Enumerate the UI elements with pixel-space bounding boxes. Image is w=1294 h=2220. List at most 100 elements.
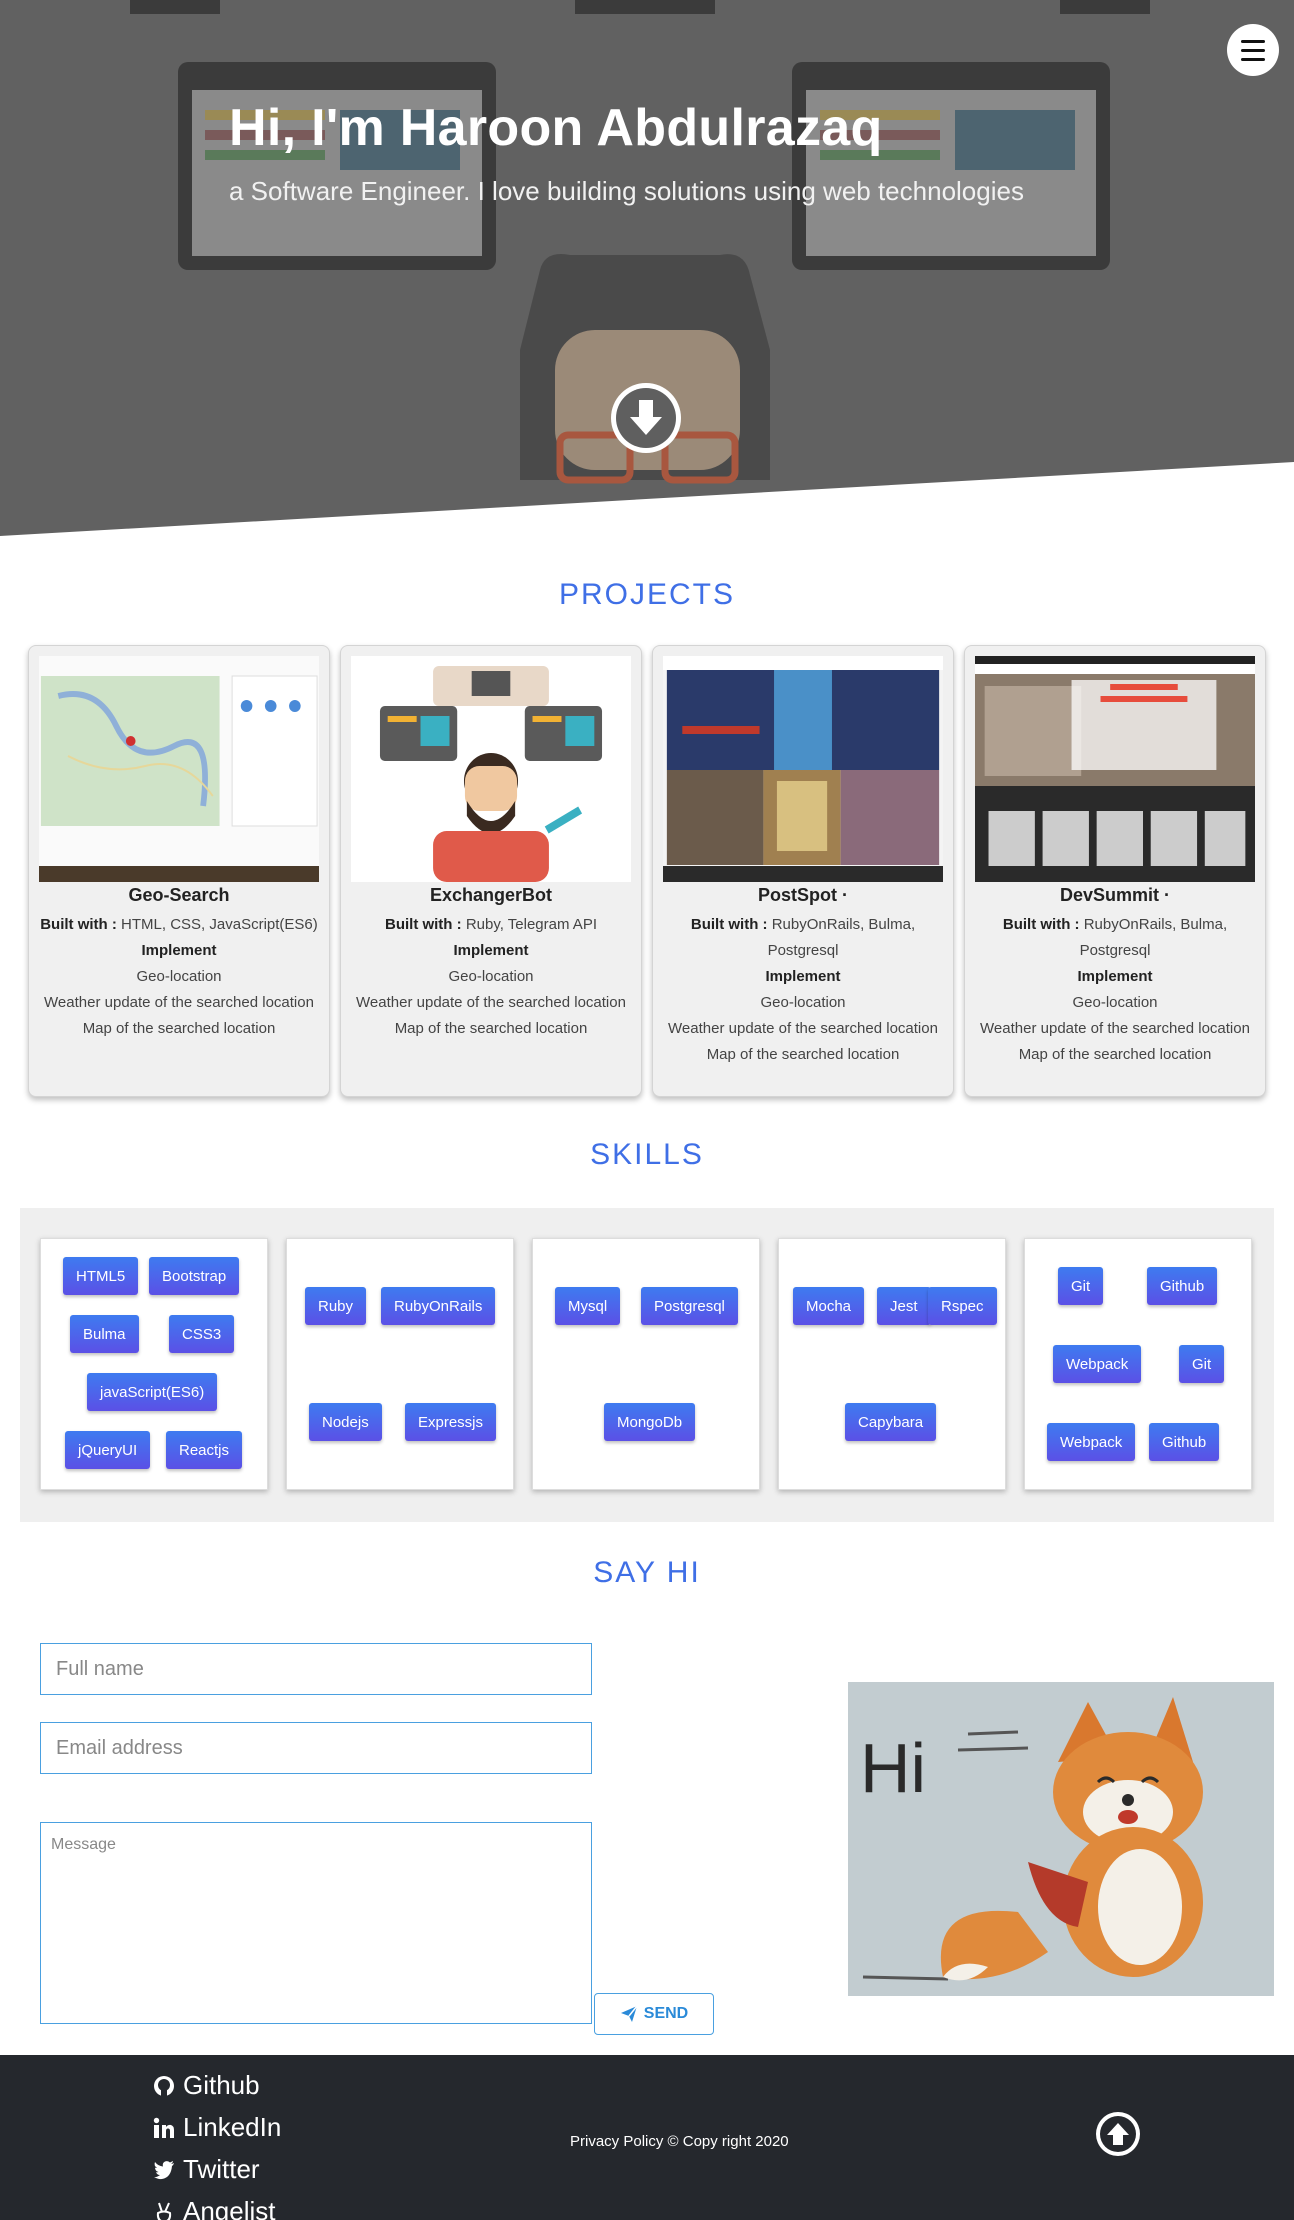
menu-button[interactable]: [1227, 24, 1279, 76]
scroll-down-button[interactable]: [611, 383, 681, 453]
skill-chip[interactable]: Github: [1149, 1423, 1220, 1461]
project-name: PostSpot ·: [758, 885, 848, 905]
project-name: ExchangerBot: [429, 885, 553, 905]
skill-chip[interactable]: Bootstrap: [149, 1257, 240, 1295]
hamburger-icon: [1241, 39, 1265, 43]
project-feature: Weather update of the searched location: [44, 994, 314, 1011]
send-button[interactable]: SEND: [594, 1993, 714, 2035]
hero-section: Hi, I'm Haroon Abdulrazaq a Software Eng…: [0, 0, 1294, 540]
twitter-label: Twitter: [183, 2154, 260, 2184]
project-card[interactable]: DevSummit · Built with : RubyOnRails, Bu…: [964, 645, 1266, 1097]
twitter-link[interactable]: Twitter: [153, 2154, 260, 2185]
linkedin-icon: [153, 2117, 174, 2138]
skill-chip[interactable]: RubyOnRails: [381, 1287, 496, 1325]
hero-subtitle: a Software Engineer. I love building sol…: [229, 176, 1024, 206]
skill-group-testing: Mocha Jest Rspec Capybara: [778, 1238, 1006, 1490]
arrow-down-icon: [616, 388, 676, 448]
skill-chip[interactable]: Webpack: [1053, 1345, 1142, 1383]
built-with-label: Built with :: [40, 916, 117, 933]
implement-label: Implement: [1077, 968, 1153, 985]
skill-chip[interactable]: Expressjs: [405, 1403, 497, 1441]
project-card[interactable]: ExchangerBot Built with : Ruby, Telegram…: [340, 645, 642, 1097]
skill-chip[interactable]: Github: [1147, 1267, 1218, 1305]
project-feature: Geo-location: [760, 994, 846, 1011]
projects-heading: PROJECTS: [558, 578, 736, 611]
project-card[interactable]: Geo-Search Built with : HTML, CSS, JavaS…: [28, 645, 330, 1097]
skill-chip[interactable]: jQueryUI: [65, 1431, 151, 1469]
contact-heading: SAY HI: [593, 1556, 701, 1589]
twitter-icon: [154, 2160, 174, 2179]
projects-grid: Geo-Search Built with : HTML, CSS, JavaS…: [28, 645, 1266, 1097]
skill-chip[interactable]: Capybara: [845, 1403, 937, 1441]
built-with-label: Built with :: [690, 916, 768, 933]
built-with-label: Built with :: [384, 916, 462, 933]
project-name: Geo-Search: [128, 885, 230, 905]
github-label: Github: [183, 2070, 260, 2100]
skill-chip[interactable]: Git: [1058, 1267, 1104, 1305]
skill-chip[interactable]: Nodejs: [309, 1403, 382, 1441]
skill-chip[interactable]: HTML5: [63, 1257, 139, 1295]
hamburger-icon: [1241, 48, 1265, 52]
hero-illustration: [0, 0, 1294, 540]
built-with-value: RubyOnRails, Bulma, Postgresql: [767, 916, 916, 959]
angellist-icon: [156, 2202, 172, 2220]
project-feature: Map of the searched location: [82, 1020, 276, 1037]
skill-chip[interactable]: Postgresql: [641, 1287, 738, 1325]
project-built-with: Built with : RubyOnRails, Bulma, Postgre…: [663, 912, 943, 964]
implement-label: Implement: [141, 942, 217, 959]
built-with-value: HTML, CSS, JavaScript(ES6): [121, 916, 318, 933]
skill-chip[interactable]: Mocha: [793, 1287, 865, 1325]
angelist-label: Angelist: [183, 2196, 276, 2220]
skill-chip[interactable]: javaScript(ES6): [87, 1373, 218, 1411]
built-with-value: Ruby, Telegram API: [465, 916, 597, 933]
project-feature: Weather update of the searched location: [980, 1020, 1250, 1037]
hi-fox-image: Hi: [848, 1682, 1274, 1996]
project-card[interactable]: PostSpot · Built with : RubyOnRails, Bul…: [652, 645, 954, 1097]
hi-handwritten-text: Hi: [860, 1729, 926, 1807]
project-feature: Map of the searched location: [1018, 1046, 1212, 1063]
scroll-top-button[interactable]: [1096, 2112, 1140, 2156]
github-icon: [154, 2075, 174, 2096]
skill-group-backend: Ruby RubyOnRails Nodejs Expressjs: [286, 1238, 514, 1490]
skills-heading: SKILLS: [590, 1138, 704, 1171]
project-feature: Geo-location: [1072, 994, 1158, 1011]
implement-label: Implement: [765, 968, 841, 985]
paper-plane-icon: [620, 2005, 638, 2022]
skill-chip[interactable]: MongoDb: [604, 1403, 696, 1441]
linkedin-link[interactable]: LinkedIn: [153, 2112, 281, 2143]
skill-chip[interactable]: Reactjs: [166, 1431, 243, 1469]
angelist-link[interactable]: Angelist: [153, 2196, 276, 2220]
project-built-with: Built with : RubyOnRails, Bulma, Postgre…: [975, 912, 1255, 964]
github-link[interactable]: Github: [153, 2070, 260, 2101]
project-screenshot: [975, 656, 1255, 882]
built-with-value: RubyOnRails, Bulma, Postgresql: [1079, 916, 1228, 959]
skill-chip[interactable]: Rspec: [928, 1287, 997, 1325]
skills-section: HTML5 Bootstrap Bulma CSS3 javaScript(ES…: [20, 1208, 1274, 1522]
skill-chip[interactable]: Git: [1179, 1345, 1225, 1383]
skill-group-frontend: HTML5 Bootstrap Bulma CSS3 javaScript(ES…: [40, 1238, 268, 1490]
arrow-up-icon: [1100, 2116, 1136, 2152]
implement-label: Implement: [453, 942, 529, 959]
project-feature: Geo-location: [448, 968, 534, 985]
project-built-with: Built with : Ruby, Telegram API: [351, 912, 631, 938]
copyright-text: Privacy Policy © Copy right 2020: [570, 2133, 789, 2150]
skill-chip[interactable]: Webpack: [1047, 1423, 1136, 1461]
project-feature: Weather update of the searched location: [356, 994, 626, 1011]
message-textarea[interactable]: Message: [40, 1822, 592, 2024]
skill-chip[interactable]: CSS3: [169, 1315, 235, 1353]
project-built-with: Built with : HTML, CSS, JavaScript(ES6): [39, 912, 319, 938]
hero-title: Hi, I'm Haroon Abdulrazaq: [229, 99, 883, 157]
skill-chip[interactable]: Mysql: [555, 1287, 621, 1325]
skill-group-databases: Mysql Postgresql MongoDb: [532, 1238, 760, 1490]
project-screenshot: [351, 656, 631, 882]
full-name-input[interactable]: Full name: [40, 1643, 592, 1695]
project-screenshot: [663, 656, 943, 882]
hamburger-icon: [1241, 57, 1265, 61]
send-label: SEND: [643, 2005, 689, 2022]
skill-chip[interactable]: Ruby: [305, 1287, 367, 1325]
email-input[interactable]: Email address: [40, 1722, 592, 1774]
skill-chip[interactable]: Jest: [877, 1287, 931, 1325]
project-feature: Map of the searched location: [394, 1020, 588, 1037]
built-with-label: Built with :: [1002, 916, 1080, 933]
skill-chip[interactable]: Bulma: [70, 1315, 139, 1353]
